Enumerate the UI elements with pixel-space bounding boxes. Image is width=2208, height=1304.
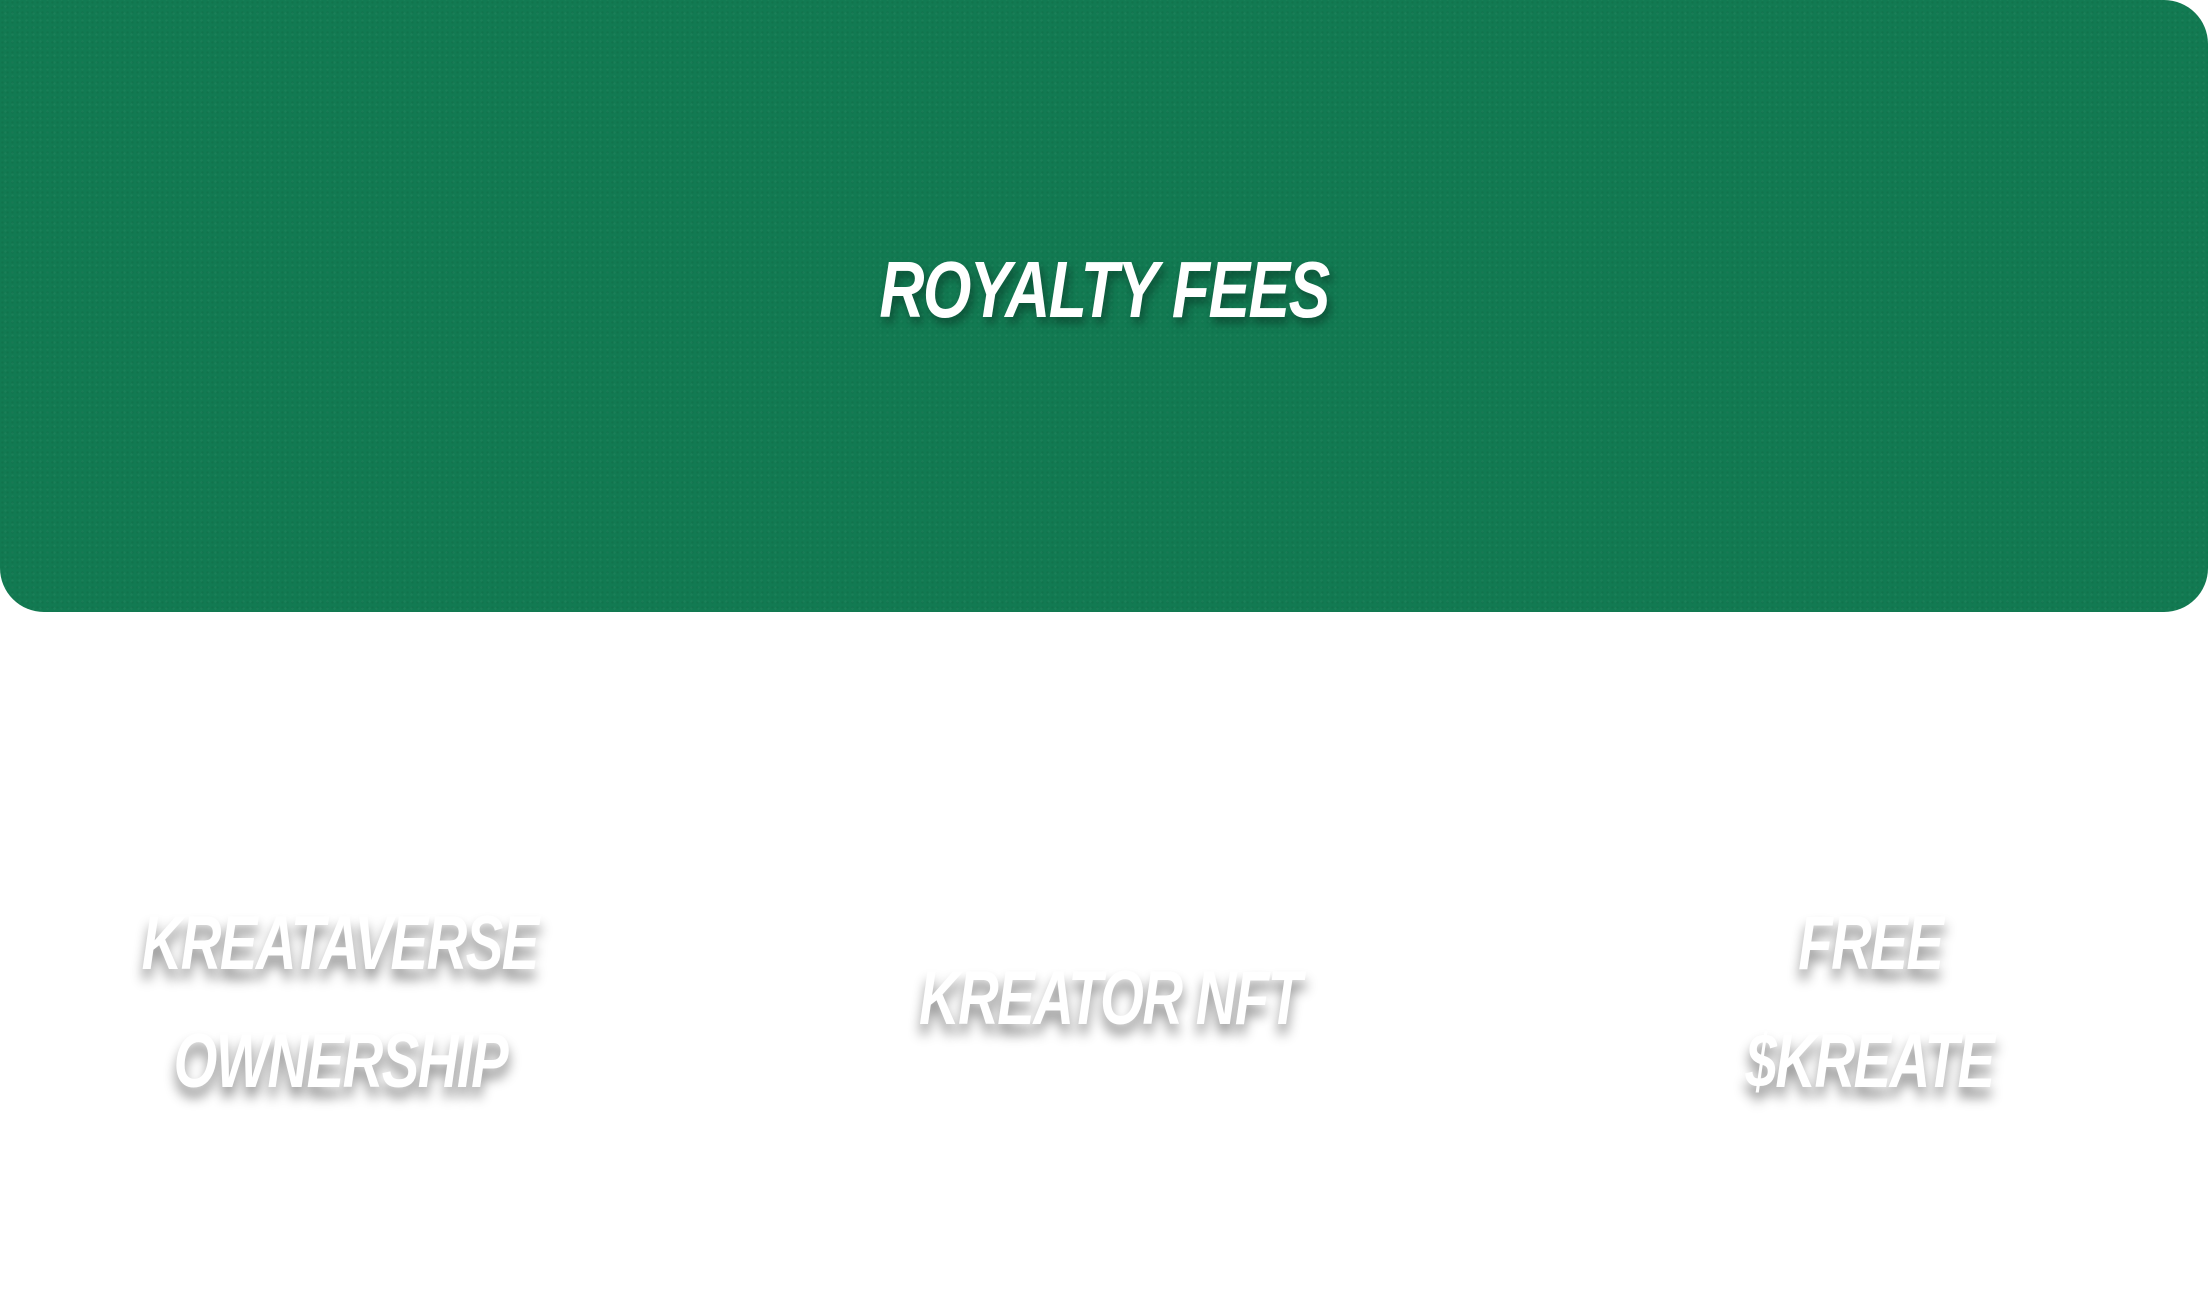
banner-title: ROYALTY FEES [879,245,1330,334]
feature-kreator-nft: KREATOR NFT [810,940,1410,1058]
feature-ownership-line1: KREATAVERSE [141,901,540,986]
feature-ownership-line2: OWNERSHIP [173,1019,508,1104]
feature-kreate-line1: FREE [1797,901,1944,986]
page: ROYALTY FEES KREATAVERSE OWNERSHIP KREAT… [0,0,2208,1304]
feature-free-kreate: FREE $KREATE [1570,885,2170,1121]
royalty-fees-banner: ROYALTY FEES [0,0,2208,612]
feature-kreataverse-ownership: KREATAVERSE OWNERSHIP [40,885,640,1121]
feature-kreate-line2: $KREATE [1746,1019,1995,1104]
feature-nft-line1: KREATOR NFT [919,956,1302,1041]
